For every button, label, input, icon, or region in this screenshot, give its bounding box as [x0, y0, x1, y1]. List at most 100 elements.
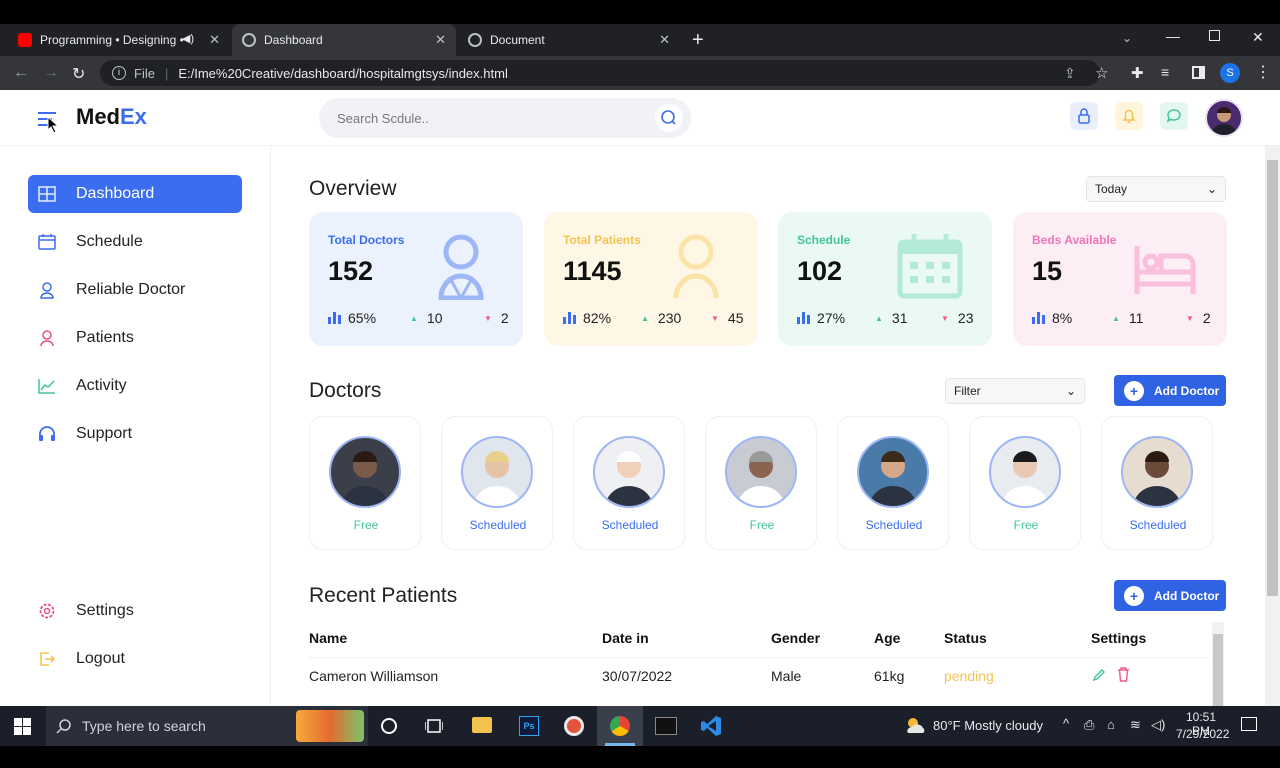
speaker-icon[interactable]: ◀)	[182, 32, 194, 45]
url-field[interactable]: i File | E:/Ime%20Creative/dashboard/hos…	[100, 60, 1100, 86]
column-header-settings[interactable]: Settings	[1091, 630, 1146, 646]
chevron-down-icon[interactable]: ⌄	[1122, 31, 1132, 45]
cortana-icon[interactable]	[381, 718, 397, 734]
period-select[interactable]: Today ⌄	[1086, 176, 1226, 202]
column-header-age[interactable]: Age	[874, 630, 900, 646]
add-doctor-button[interactable]: + Add Doctor	[1114, 375, 1226, 406]
doctor-card[interactable]: Scheduled	[441, 416, 553, 550]
tab-dashboard[interactable]: Dashboard ✕	[232, 24, 456, 56]
lock-button[interactable]	[1070, 102, 1098, 130]
profile-avatar[interactable]: S	[1220, 63, 1240, 83]
user-avatar[interactable]	[1205, 99, 1243, 137]
star-icon[interactable]: ☆	[1095, 64, 1108, 82]
add-patient-button[interactable]: + Add Doctor	[1114, 580, 1226, 611]
delete-icon[interactable]	[1117, 667, 1130, 682]
file-explorer-icon[interactable]	[472, 717, 492, 733]
tab-document[interactable]: Document ✕	[458, 24, 680, 56]
notification-button[interactable]	[1115, 102, 1143, 130]
notifications-icon[interactable]	[1241, 717, 1257, 731]
weather-cloud-icon[interactable]	[904, 716, 928, 734]
new-tab-button[interactable]: +	[692, 29, 704, 52]
sidebar-item-settings[interactable]: Settings	[28, 592, 242, 630]
bed-icon	[1134, 246, 1196, 294]
reload-icon[interactable]: ↻	[72, 64, 85, 84]
sidebar-item-activity[interactable]: Activity	[28, 367, 242, 405]
patient-gender: Male	[771, 668, 802, 684]
stat-card-patients[interactable]: Total Patients 1145 82% ▲ 230 ▼ 45	[544, 212, 758, 346]
info-icon[interactable]: i	[112, 66, 126, 80]
meet-now-icon[interactable]: ⎙	[1084, 717, 1094, 733]
period-value: Today	[1095, 182, 1128, 196]
logo[interactable]: MedEx	[76, 104, 147, 130]
tab-youtube[interactable]: Programming • Designing • ◀) ✕	[8, 24, 230, 56]
sidebar-item-support[interactable]: Support	[28, 415, 242, 453]
doctor-card[interactable]: Free	[309, 416, 421, 550]
close-icon[interactable]: ✕	[659, 32, 670, 48]
arrow-up-icon: ▲	[641, 313, 649, 323]
forward-icon[interactable]: →	[43, 64, 59, 82]
doctor-filter-select[interactable]: Filter ⌄	[945, 378, 1085, 404]
filter-value: Filter	[954, 384, 981, 398]
volume-icon[interactable]: ◁)	[1151, 717, 1165, 733]
stat-value: 102	[797, 256, 843, 286]
chrome-taskbar-button[interactable]	[597, 706, 643, 746]
sidepanel-icon[interactable]	[1192, 66, 1205, 79]
sidebar-item-dashboard[interactable]: Dashboard	[28, 175, 242, 213]
bell-icon	[1122, 109, 1136, 123]
arrow-down-icon: ▼	[1186, 313, 1194, 323]
obs-icon[interactable]	[564, 716, 584, 736]
weather-text[interactable]: 80°F Mostly cloudy	[933, 718, 1043, 733]
address-bar: ← → ↻ i File | E:/Ime%20Creative/dashboa…	[0, 56, 1280, 90]
windows-start-icon[interactable]	[14, 718, 31, 735]
table-scrollbar[interactable]	[1212, 622, 1224, 706]
page-scroll-thumb[interactable]	[1267, 160, 1278, 596]
search-button[interactable]	[655, 104, 683, 132]
task-view-icon[interactable]	[425, 718, 443, 734]
chevron-up-icon[interactable]: ^	[1063, 716, 1069, 731]
media-icon[interactable]: ≡	[1161, 64, 1169, 80]
close-icon[interactable]: ✕	[435, 32, 446, 48]
stat-percent: 82%	[563, 310, 641, 326]
column-header-status[interactable]: Status	[944, 630, 987, 646]
close-icon[interactable]: ✕	[209, 32, 220, 48]
sidebar-item-reliable-doctor[interactable]: Reliable Doctor	[28, 271, 242, 309]
sidebar-item-label: Patients	[76, 329, 134, 346]
wifi-icon[interactable]: ≋	[1130, 717, 1141, 733]
extensions-icon[interactable]: ✚	[1131, 64, 1144, 82]
sidebar-item-patients[interactable]: Patients	[28, 319, 242, 357]
restore-icon[interactable]	[1209, 30, 1220, 41]
doctor-photo	[461, 436, 533, 508]
back-icon[interactable]: ←	[13, 64, 29, 82]
stat-card-doctors[interactable]: Total Doctors 152 65% ▲ 10 ▼ 2	[309, 212, 523, 346]
clock-date[interactable]: 7/29/2022	[1176, 727, 1229, 741]
table-scroll-thumb[interactable]	[1213, 634, 1223, 706]
doctor-card[interactable]: Free	[969, 416, 1081, 550]
doctor-card[interactable]: Free	[705, 416, 817, 550]
doctor-card[interactable]: Scheduled	[837, 416, 949, 550]
column-header-date[interactable]: Date in	[602, 630, 649, 646]
taskbar-search[interactable]: Type here to search	[46, 706, 368, 746]
vscode-icon[interactable]	[700, 715, 722, 737]
stat-label: Total Patients	[563, 233, 641, 247]
plus-icon: +	[1124, 585, 1144, 606]
doctor-card[interactable]: Scheduled	[573, 416, 685, 550]
stat-card-beds[interactable]: Beds Available 15 8% ▲ 11 ▼ 2	[1013, 212, 1227, 346]
share-icon[interactable]: ⇪	[1064, 65, 1076, 82]
messages-button[interactable]	[1160, 102, 1188, 130]
sidebar-item-logout[interactable]: Logout	[28, 640, 242, 678]
photoshop-icon[interactable]: Ps	[519, 716, 539, 736]
doctor-card[interactable]: Scheduled	[1101, 416, 1213, 550]
chart-line-icon	[38, 377, 56, 395]
stat-card-schedule[interactable]: Schedule 102 27% ▲ 31 ▼ 23	[778, 212, 992, 346]
network-icon[interactable]: ⌂	[1107, 717, 1115, 732]
close-window-icon[interactable]: ✕	[1252, 29, 1264, 46]
sidebar-item-schedule[interactable]: Schedule	[28, 223, 242, 261]
column-header-gender[interactable]: Gender	[771, 630, 820, 646]
page-scrollbar[interactable]	[1265, 146, 1280, 706]
edit-icon[interactable]	[1092, 668, 1106, 682]
terminal-icon[interactable]	[655, 717, 677, 735]
minimize-icon[interactable]: —	[1166, 28, 1180, 44]
column-header-name[interactable]: Name	[309, 630, 347, 646]
menu-dots-icon[interactable]: ⋮	[1255, 62, 1271, 82]
search-input[interactable]: Search Scdule..	[319, 98, 691, 138]
